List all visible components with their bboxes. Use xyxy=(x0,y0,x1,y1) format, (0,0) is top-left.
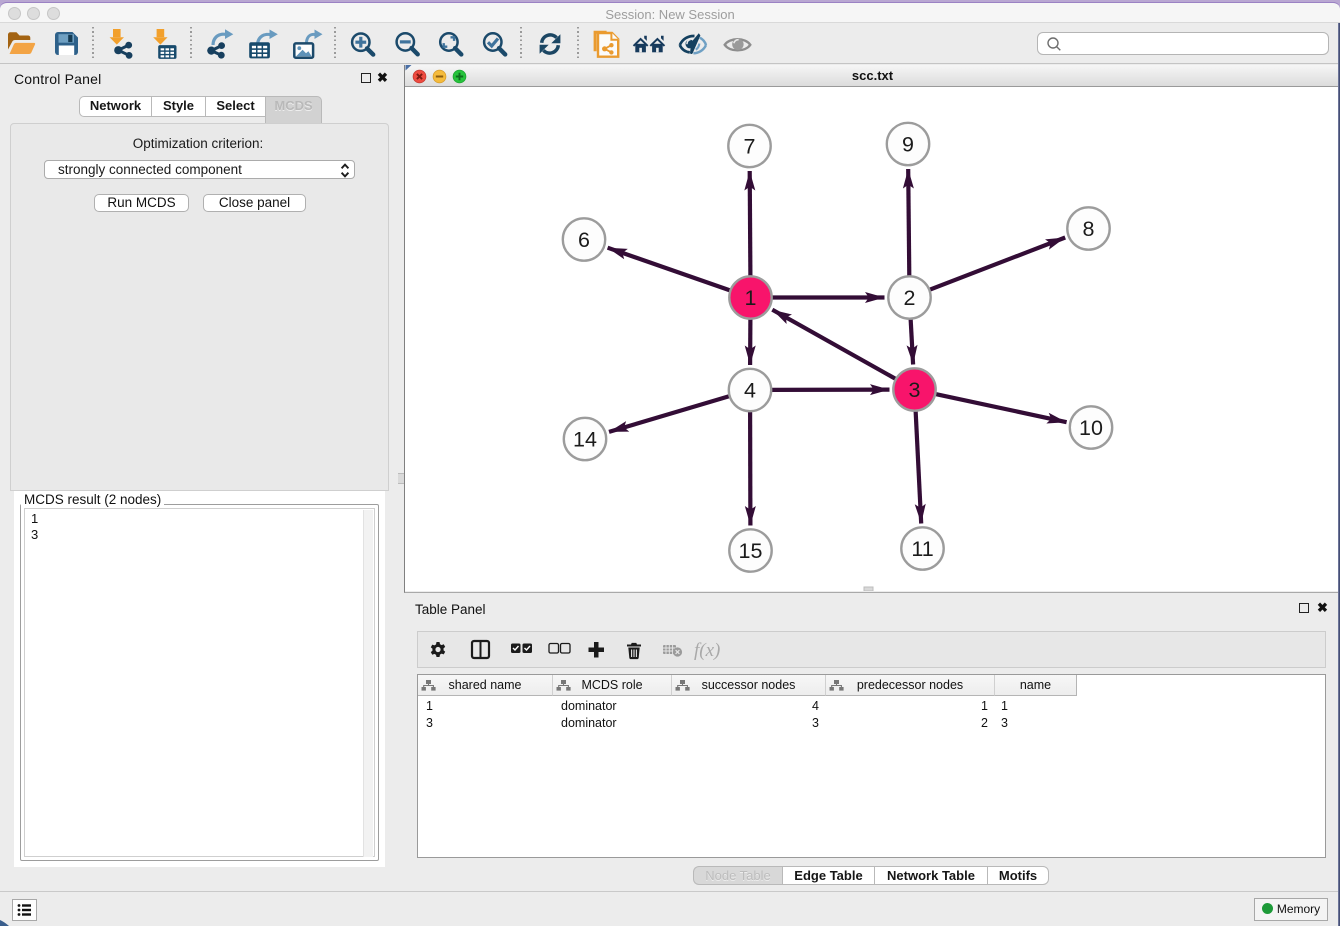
svg-text:11: 11 xyxy=(911,537,933,561)
svg-text:4: 4 xyxy=(744,379,756,403)
svg-text:9: 9 xyxy=(902,133,914,157)
svg-text:14: 14 xyxy=(573,428,597,452)
svg-text:7: 7 xyxy=(744,135,756,159)
svg-text:8: 8 xyxy=(1083,217,1095,241)
svg-text:2: 2 xyxy=(904,286,916,310)
svg-text:6: 6 xyxy=(578,228,590,252)
svg-text:3: 3 xyxy=(909,378,921,402)
svg-text:15: 15 xyxy=(739,539,763,563)
svg-text:1: 1 xyxy=(745,286,757,310)
svg-text:f(x): f(x) xyxy=(694,640,720,661)
svg-text:10: 10 xyxy=(1079,416,1103,440)
